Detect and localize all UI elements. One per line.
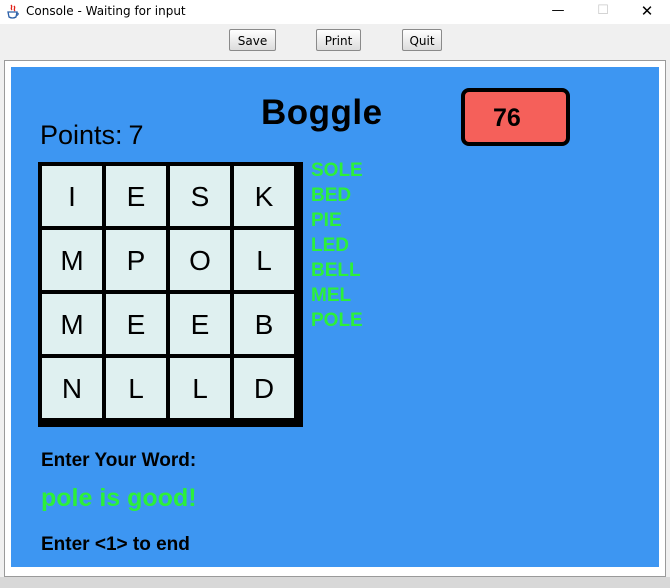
- board-cell: S: [170, 166, 230, 226]
- board-cell: M: [42, 230, 102, 290]
- quit-button[interactable]: Quit: [402, 29, 442, 51]
- java-cup-icon: [7, 4, 19, 19]
- console-window: Console - Waiting for input — ☐ ✕ Save P…: [0, 0, 670, 588]
- close-button[interactable]: ✕: [624, 0, 670, 24]
- board-cell: E: [170, 294, 230, 354]
- board-cell: L: [170, 358, 230, 418]
- board-cell: M: [42, 294, 102, 354]
- found-word: SOLE: [311, 160, 363, 181]
- board-cell: B: [234, 294, 294, 354]
- found-word: POLE: [311, 310, 363, 331]
- board-cell: N: [42, 358, 102, 418]
- boggle-board: IESKMPOLMEEBNLLD: [38, 162, 303, 427]
- title-bar: Console - Waiting for input — ☐ ✕: [0, 0, 670, 24]
- board-cell: D: [234, 358, 294, 418]
- board-cell: P: [106, 230, 166, 290]
- points-value: 7: [128, 120, 144, 150]
- maximize-button[interactable]: ☐: [580, 0, 626, 24]
- save-button[interactable]: Save: [229, 29, 276, 51]
- board-cell: L: [106, 358, 166, 418]
- found-words-list: SOLE BED PIE LED BELL MEL POLE: [311, 160, 363, 335]
- found-word: PIE: [311, 210, 342, 231]
- found-word: BELL: [311, 260, 361, 281]
- game-title: Boggle: [261, 93, 383, 132]
- end-hint: Enter <1> to end: [41, 534, 190, 555]
- board-cell: O: [170, 230, 230, 290]
- points-display: Points: 7: [40, 120, 144, 151]
- board-cell: K: [234, 166, 294, 226]
- board-cell: E: [106, 166, 166, 226]
- board-cell: I: [42, 166, 102, 226]
- timer-value: 76: [493, 104, 521, 132]
- minimize-button[interactable]: —: [535, 0, 581, 24]
- toolbar: Save Print Quit: [0, 24, 670, 58]
- print-button[interactable]: Print: [316, 29, 361, 51]
- points-label: Points:: [40, 120, 123, 150]
- found-word: BED: [311, 185, 352, 206]
- status-strip: [0, 577, 670, 588]
- found-word: MEL: [311, 285, 352, 306]
- word-prompt: Enter Your Word:: [41, 450, 197, 471]
- board-cell: E: [106, 294, 166, 354]
- window-title: Console - Waiting for input: [26, 4, 186, 18]
- feedback-message: pole is good!: [41, 484, 197, 512]
- timer-box: 76: [461, 88, 570, 146]
- found-word: LED: [311, 235, 349, 256]
- board-cell: L: [234, 230, 294, 290]
